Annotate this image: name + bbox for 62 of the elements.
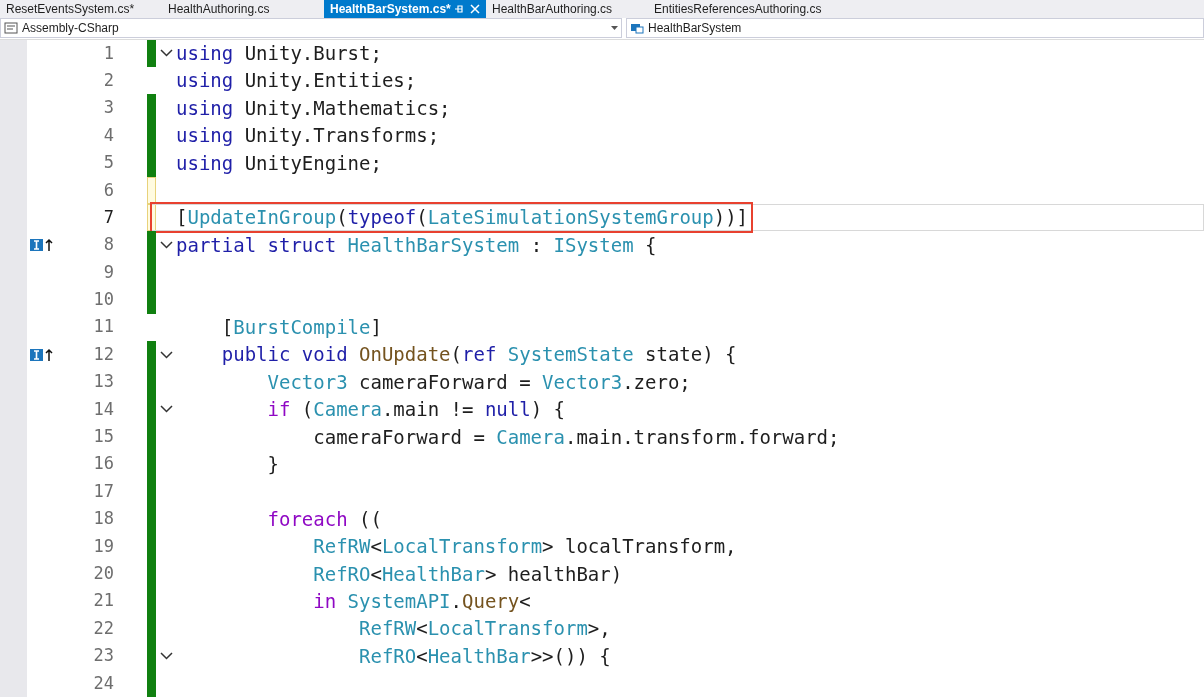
caret-icon	[611, 26, 618, 31]
line-number: 12	[93, 343, 114, 364]
line-number: 9	[103, 261, 114, 282]
code-line: public void OnUpdate(ref SystemState state) {	[220, 342, 737, 368]
type-dropdown[interactable]: HealthBarSystem	[626, 18, 1204, 39]
line-number: 17	[93, 480, 114, 501]
line-number: 3	[103, 97, 114, 118]
line-number: 19	[93, 535, 114, 556]
code-line: using UnityEngine;	[176, 150, 382, 176]
line-number: 22	[93, 617, 114, 638]
close-icon[interactable]	[470, 4, 480, 14]
code-line: RefRO<HealthBar> healthBar)	[312, 561, 623, 587]
line-number: 2	[103, 69, 114, 90]
implementation-icon[interactable]	[30, 238, 54, 253]
code-line: partial struct HealthBarSystem : ISystem {	[176, 232, 657, 258]
code-line: }	[266, 451, 279, 477]
line-number: 16	[93, 453, 114, 474]
fold-chevron-icon[interactable]	[160, 350, 173, 359]
file-tab[interactable]: ResetEventsSystem.cs*	[0, 0, 162, 18]
line-number: 8	[103, 234, 114, 255]
code-line: RefRO<HealthBar>>()) {	[358, 643, 611, 669]
line-number: 24	[93, 672, 114, 693]
code-line: if (Camera.main != null) {	[266, 397, 565, 423]
project-dropdown[interactable]: Assembly-CSharp	[0, 18, 622, 39]
code-line: using Unity.Burst;	[176, 41, 382, 67]
file-tab[interactable]: HealthAuthoring.cs	[162, 0, 324, 18]
class-icon	[630, 22, 644, 35]
line-number: 21	[93, 590, 114, 611]
line-number: 1	[103, 42, 114, 63]
line-number: 7	[103, 206, 114, 227]
line-number: 4	[103, 124, 114, 145]
line-number: 23	[93, 645, 114, 666]
pin-icon[interactable]	[454, 4, 464, 14]
code-line: RefRW<LocalTransform>,	[358, 616, 611, 642]
code-line: using Unity.Transforms;	[176, 123, 440, 149]
line-number: 14	[93, 398, 114, 419]
project-icon	[4, 22, 18, 35]
fold-chevron-icon[interactable]	[160, 651, 173, 660]
line-number: 10	[93, 289, 114, 310]
line-number: 6	[103, 179, 114, 200]
fold-chevron-icon[interactable]	[160, 49, 173, 58]
line-number: 13	[93, 371, 114, 392]
code-line: [BurstCompile]	[220, 315, 382, 340]
line-number: 15	[93, 426, 114, 447]
line-number: 20	[93, 563, 114, 583]
file-tab[interactable]: EntitiesReferencesAuthoring.cs	[648, 0, 876, 18]
code-line: [UpdateInGroup(typeof(LateSimulationSystemGroup))]	[176, 205, 749, 231]
code-line: using Unity.Mathematics;	[176, 95, 451, 121]
file-tab[interactable]: HealthBarAuthoring.cs	[486, 0, 648, 18]
code-line: in SystemAPI.Query<	[312, 588, 531, 614]
line-number: 5	[103, 152, 114, 173]
file-tab[interactable]: HealthBarSystem.cs*	[324, 0, 486, 18]
code-line: cameraForward = Camera.main.transform.forward;	[312, 424, 840, 450]
line-number: 11	[93, 316, 114, 337]
fold-chevron-icon[interactable]	[160, 241, 173, 250]
code-line: foreach ((	[266, 506, 382, 532]
line-number: 18	[93, 508, 114, 529]
fold-chevron-icon[interactable]	[160, 405, 173, 414]
code-line: Vector3 cameraForward = Vector3.zero;	[266, 369, 691, 395]
code-line: using Unity.Entities;	[176, 68, 417, 94]
implementation-icon[interactable]	[30, 347, 54, 362]
code-line: RefRW<LocalTransform> localTransform,	[312, 534, 737, 560]
